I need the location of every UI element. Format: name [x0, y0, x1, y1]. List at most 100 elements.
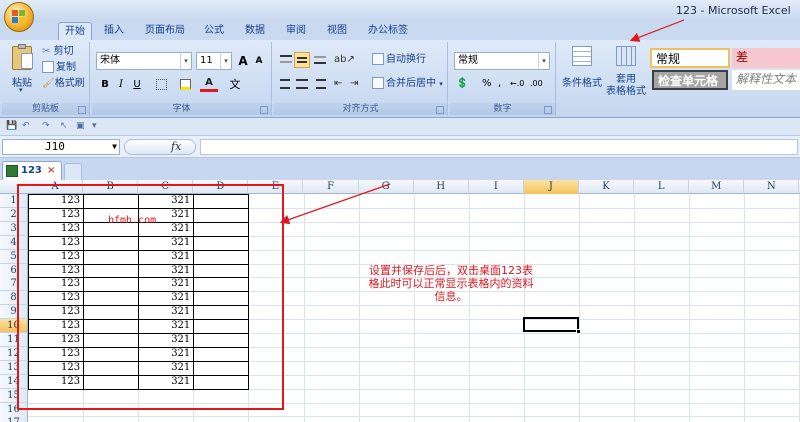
orientation-button[interactable]: ab↗ [334, 52, 356, 68]
customize-qat-icon[interactable]: ▾ [92, 121, 103, 132]
align-bottom-button[interactable] [312, 52, 328, 68]
comma-button[interactable]: , [498, 76, 508, 92]
align-right-button[interactable] [312, 76, 328, 92]
conditional-format-icon [572, 46, 592, 66]
column-header-k[interactable]: K [579, 180, 635, 194]
office-button[interactable] [4, 2, 34, 32]
align-center-button[interactable] [294, 76, 310, 92]
title-bar: 123 - Microsoft Excel [0, 0, 800, 20]
office-logo-icon [12, 10, 26, 24]
undo-icon[interactable]: ↶ [22, 121, 33, 132]
column-header-h[interactable]: H [414, 180, 469, 194]
close-icon[interactable]: × [47, 162, 55, 179]
wrap-text-icon [372, 53, 384, 65]
paint-bucket-icon [179, 78, 191, 90]
style-normal[interactable]: 常规 [650, 48, 730, 68]
table-format-icon [616, 46, 636, 66]
fill-color-button[interactable] [176, 76, 194, 94]
underline-label: U [133, 79, 141, 90]
print-preview-icon[interactable]: ▣ [76, 121, 87, 132]
save-icon[interactable]: 💾 [6, 121, 17, 132]
font-name-value: 宋体 [100, 55, 120, 66]
style-explanatory[interactable]: 解释性文本 [732, 70, 800, 90]
fill-handle[interactable] [576, 329, 581, 334]
tab-data[interactable]: 数据 [239, 22, 271, 40]
wrap-text-button[interactable]: 自动换行 [372, 52, 426, 68]
format-painter-button[interactable]: 🖌格式刷 [42, 76, 85, 92]
underline-button[interactable]: U [128, 76, 146, 94]
column-header-j[interactable]: J [523, 180, 579, 194]
tab-insert[interactable]: 插入 [98, 22, 130, 40]
column-header-f[interactable]: F [304, 180, 359, 194]
decrease-indent-button[interactable]: ⇤ [334, 76, 350, 92]
annotation-note: 设置并保存后后，双击桌面123表格此时可以正常显示表格内的资料信息。 [368, 264, 534, 303]
font-name-select[interactable]: 宋体 ▾ [96, 52, 192, 70]
dialog-launcher-icon[interactable] [78, 106, 86, 114]
column-header-m[interactable]: M [689, 180, 745, 194]
insert-function-button[interactable]: fx [171, 140, 181, 154]
cut-label: 剪切 [53, 46, 74, 57]
copy-button[interactable]: 复制 [42, 60, 76, 76]
merge-center-button[interactable]: 合并后居中 ▾ [372, 76, 443, 92]
phonetic-button[interactable]: 文 [226, 76, 244, 94]
copy-label: 复制 [56, 62, 76, 73]
italic-label: I [119, 79, 123, 90]
number-format-select[interactable]: 常规 ▾ [454, 52, 550, 70]
percent-button[interactable]: % [482, 76, 496, 92]
align-top-button[interactable] [278, 52, 294, 68]
tab-view[interactable]: 视图 [321, 22, 353, 40]
decrease-decimal-button[interactable]: .00 [530, 76, 548, 92]
phonetic-label: 文 [229, 78, 241, 91]
column-header-g[interactable]: G [359, 180, 414, 194]
pointer-icon[interactable]: ↖ [60, 121, 71, 132]
border-button[interactable] [152, 76, 170, 94]
currency-button[interactable]: 💲 [456, 76, 474, 92]
font-color-button[interactable]: A [200, 76, 218, 92]
font-size-value: 11 [200, 55, 213, 66]
merge-icon [372, 77, 384, 89]
align-middle-icon [297, 57, 307, 63]
formula-bar: J10 ▼ fx [0, 136, 800, 158]
merge-center-label: 合并后居中 [386, 78, 436, 89]
redo-icon[interactable]: ↷ [42, 121, 53, 132]
active-cell-j10[interactable] [523, 317, 581, 334]
tab-office-tab[interactable]: 办公标签 [362, 22, 414, 40]
tab-review[interactable]: 审阅 [280, 22, 312, 40]
font-size-select[interactable]: 11 ▾ [196, 52, 232, 70]
conditional-format-button[interactable]: 条件格式 [560, 44, 604, 102]
tab-home[interactable]: 开始 [58, 22, 92, 40]
increase-decimal-button[interactable]: ←.0 [510, 76, 528, 92]
shrink-font-button[interactable]: A [250, 52, 268, 70]
align-bottom-icon [314, 56, 326, 64]
style-bad[interactable]: 差 [732, 48, 800, 68]
name-box[interactable]: J10 ▼ [2, 139, 120, 155]
align-middle-button[interactable] [294, 52, 310, 68]
dialog-launcher-icon[interactable] [544, 106, 552, 114]
table-format-button[interactable]: 套用 表格格式 [604, 44, 648, 102]
style-check-cell[interactable]: 检查单元格 [652, 70, 728, 90]
tab-page-layout[interactable]: 页面布局 [139, 22, 191, 40]
excel-file-icon [6, 165, 18, 177]
name-box-value: J10 [45, 140, 65, 153]
align-top-icon [280, 55, 292, 63]
copy-icon [42, 61, 54, 73]
cut-button[interactable]: ✂ 剪切 [42, 44, 74, 60]
column-header-l[interactable]: L [634, 180, 690, 194]
dialog-launcher-icon[interactable] [260, 106, 268, 114]
ribbon-tabs: X 开始 插入 页面布局 公式 数据 审阅 视图 办公标签 [0, 20, 800, 56]
column-header-i[interactable]: I [469, 180, 524, 194]
workbook-tab-123[interactable]: 123 × [2, 161, 62, 180]
new-tab-button[interactable] [64, 163, 82, 180]
group-font: 宋体 ▾ 11 ▾ A A B I U A 文 字体 [92, 42, 272, 116]
chevron-down-icon: ▾ [220, 53, 231, 69]
tab-formulas[interactable]: 公式 [198, 22, 230, 40]
paste-button[interactable]: 粘贴 ▾ [10, 44, 34, 94]
align-left-button[interactable] [278, 76, 294, 92]
increase-indent-button[interactable]: ⇥ [350, 76, 366, 92]
dialog-launcher-icon[interactable] [436, 106, 444, 114]
grid-line [28, 416, 800, 418]
quick-access-toolbar: 💾 ↶ ↷ ↖ ▣ ▾ [0, 118, 800, 136]
column-header-n[interactable]: N [744, 180, 800, 194]
row-header-17[interactable]: 17 [0, 416, 28, 422]
formula-input[interactable] [200, 139, 798, 155]
